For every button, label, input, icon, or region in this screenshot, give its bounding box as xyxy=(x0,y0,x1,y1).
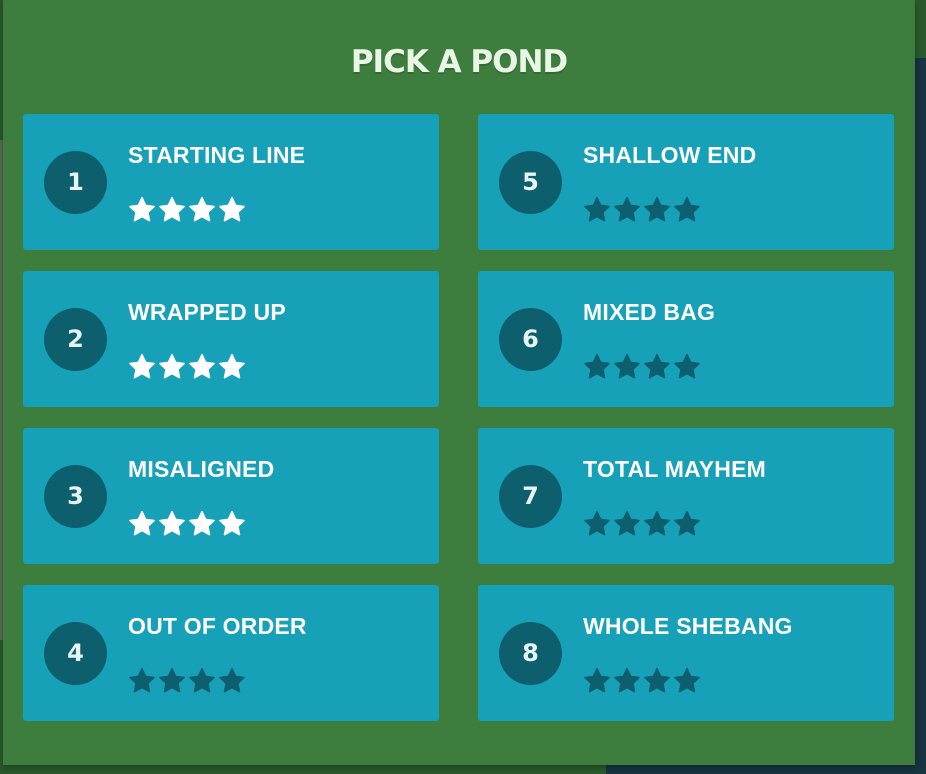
level-number-badge: 2 xyxy=(44,308,107,371)
star-rating xyxy=(583,353,701,381)
star-filled-icon xyxy=(158,510,186,538)
level-number-badge: 1 xyxy=(44,151,107,214)
level-number-badge: 5 xyxy=(499,151,562,214)
level-number-badge: 3 xyxy=(44,465,107,528)
star-empty-icon xyxy=(218,667,246,695)
star-empty-icon xyxy=(673,196,701,224)
level-grid: 1 STARTING LINE 5 SHALLOW END 2 WRAPPED … xyxy=(23,114,894,721)
star-empty-icon xyxy=(613,667,641,695)
level-card-2[interactable]: 2 WRAPPED UP xyxy=(23,271,439,407)
level-name: STARTING LINE xyxy=(128,142,306,168)
level-select-modal: PICK A POND 1 STARTING LINE 5 SHALLOW EN… xyxy=(3,0,915,765)
star-filled-icon xyxy=(158,353,186,381)
level-name: WRAPPED UP xyxy=(128,299,286,325)
level-name: MISALIGNED xyxy=(128,456,275,482)
star-empty-icon xyxy=(583,353,611,381)
star-rating xyxy=(128,196,246,224)
level-card-6[interactable]: 6 MIXED BAG xyxy=(478,271,894,407)
star-empty-icon xyxy=(673,510,701,538)
star-filled-icon xyxy=(188,196,216,224)
level-number-badge: 6 xyxy=(499,308,562,371)
star-empty-icon xyxy=(583,196,611,224)
level-card-4[interactable]: 4 OUT OF ORDER xyxy=(23,585,439,721)
level-number-badge: 8 xyxy=(499,622,562,685)
level-card-8[interactable]: 8 WHOLE SHEBANG xyxy=(478,585,894,721)
star-empty-icon xyxy=(158,667,186,695)
star-empty-icon xyxy=(643,667,671,695)
star-filled-icon xyxy=(158,196,186,224)
level-number-badge: 7 xyxy=(499,465,562,528)
star-empty-icon xyxy=(643,196,671,224)
level-name: TOTAL MAYHEM xyxy=(583,456,767,482)
star-rating xyxy=(128,667,246,695)
star-empty-icon xyxy=(613,353,641,381)
star-filled-icon xyxy=(128,196,156,224)
level-card-1[interactable]: 1 STARTING LINE xyxy=(23,114,439,250)
star-filled-icon xyxy=(128,510,156,538)
star-empty-icon xyxy=(673,667,701,695)
star-empty-icon xyxy=(643,353,671,381)
level-name: SHALLOW END xyxy=(583,142,757,168)
star-filled-icon xyxy=(218,353,246,381)
star-empty-icon xyxy=(188,667,216,695)
star-empty-icon xyxy=(613,196,641,224)
level-card-5[interactable]: 5 SHALLOW END xyxy=(478,114,894,250)
level-name: WHOLE SHEBANG xyxy=(583,613,793,639)
background-edge-bottom xyxy=(606,764,926,774)
star-empty-icon xyxy=(643,510,671,538)
star-empty-icon xyxy=(128,667,156,695)
star-filled-icon xyxy=(218,510,246,538)
level-name: MIXED BAG xyxy=(583,299,716,325)
star-filled-icon xyxy=(188,510,216,538)
star-rating xyxy=(128,353,246,381)
star-empty-icon xyxy=(583,667,611,695)
star-empty-icon xyxy=(583,510,611,538)
modal-title: PICK A POND xyxy=(350,44,568,80)
star-empty-icon xyxy=(673,353,701,381)
star-empty-icon xyxy=(613,510,641,538)
star-filled-icon xyxy=(128,353,156,381)
star-filled-icon xyxy=(218,196,246,224)
level-card-7[interactable]: 7 TOTAL MAYHEM xyxy=(478,428,894,564)
star-rating xyxy=(583,196,701,224)
level-name: OUT OF ORDER xyxy=(128,613,307,639)
star-filled-icon xyxy=(188,353,216,381)
level-number-badge: 4 xyxy=(44,622,107,685)
star-rating xyxy=(583,510,701,538)
star-rating xyxy=(583,667,701,695)
star-rating xyxy=(128,510,246,538)
level-card-3[interactable]: 3 MISALIGNED xyxy=(23,428,439,564)
